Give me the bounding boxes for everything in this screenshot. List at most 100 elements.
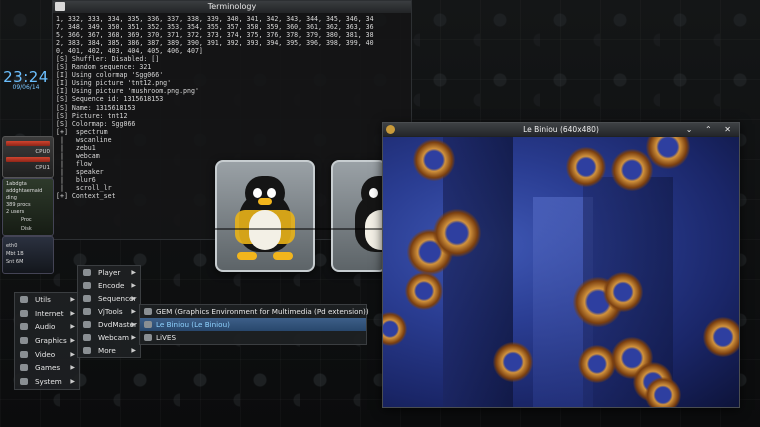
chevron-right-icon: ▶ (131, 334, 136, 341)
chevron-right-icon: ▶ (70, 309, 75, 317)
terminal-title: Terminology (207, 2, 257, 11)
root-menu-item-label: Graphics (35, 336, 67, 346)
gem-icon (144, 308, 152, 315)
root-menu-item-label: System (35, 377, 62, 387)
chevron-right-icon: ▶ (131, 308, 136, 315)
multimedia-menu-item-label: Encode (98, 281, 125, 290)
network-gadget: eth0 Mbt 1B Snt 6M (2, 236, 54, 274)
vjtools-menu-item-label: GEM (Graphics Environment for Multimedia… (156, 307, 369, 316)
terminal-line: | zebu1 (56, 143, 96, 152)
multimedia-menu-item[interactable]: More ▶ (78, 344, 140, 357)
terminal-line: 7, 348, 349, 350, 351, 352, 353, 354, 35… (56, 23, 374, 32)
chevron-right-icon: ▶ (131, 282, 136, 289)
vjtools-menu-item-label: Le Biniou (Le Biniou) (156, 320, 230, 329)
chevron-right-icon: ▶ (70, 364, 75, 372)
root-menu-item[interactable]: Graphics ▶ (15, 334, 79, 348)
terminal-line: 5, 366, 367, 368, 369, 370, 371, 372, 37… (56, 31, 374, 40)
terminal-line: | wscanline (56, 135, 112, 144)
multimedia-menu-item[interactable]: DvdMaster ▶ (78, 318, 140, 331)
internet-icon (20, 309, 28, 317)
visualization-canvas[interactable] (383, 137, 739, 407)
sequencer-icon (83, 295, 91, 302)
root-menu-item-label: Video (35, 349, 56, 359)
chevron-right-icon: ▶ (131, 321, 136, 328)
disk-label: Disk (21, 226, 32, 232)
applications-menu[interactable]: Utils ▶ Internet ▶ Audio ▶ Graphics ▶ Video ▶ Game… (14, 292, 80, 390)
window-controls[interactable]: ⌄ ⌃ ✕ (686, 123, 736, 136)
chevron-right-icon: ▶ (70, 378, 75, 386)
audio-icon (20, 323, 28, 331)
chevron-right-icon: ▶ (70, 337, 75, 345)
multimedia-menu-item-label: Webcam (98, 333, 130, 342)
terminal-line: [S] Picture: tnt12 (56, 111, 128, 120)
tux-image (231, 174, 299, 260)
system-monitor-gadgets: CPU0 CPU1 1abdgta addghtaemaid ding 389 … (2, 136, 54, 274)
shelf-divider (215, 228, 385, 230)
biniou-titlebar[interactable]: Le Biniou (640x480) ⌄ ⌃ ✕ (383, 123, 739, 136)
dvd-icon (83, 321, 91, 328)
terminal-line: [S] Random sequence: 321 (56, 63, 152, 72)
webcam-icon (83, 334, 91, 341)
root-menu-item[interactable]: Audio ▶ (15, 320, 79, 334)
multimedia-menu-item[interactable]: VjTools ▶ (78, 305, 140, 318)
chevron-right-icon: ▶ (131, 295, 136, 302)
multimedia-menu-item-label: Player (98, 268, 121, 277)
root-menu-item[interactable]: System ▶ (15, 375, 79, 389)
vjtools-submenu[interactable]: GEM (Graphics Environment for Multimedia… (139, 304, 369, 345)
vjtools-menu-item-label: LiVES (156, 333, 177, 342)
terminal-line: [S] Shuffler: Disabled: [] (56, 55, 160, 64)
system-icon (20, 378, 28, 386)
biniou-title: Le Biniou (640x480) (523, 125, 599, 134)
terminal-line: [S] Sequence id: 1315618153 (56, 95, 164, 104)
mem-line: addghtaemaid (6, 188, 43, 194)
multimedia-submenu[interactable]: Player ▶ Encode ▶ Sequencer ▶ VjTools ▶ DvdMaste… (77, 265, 141, 358)
chevron-right-icon: ▶ (70, 350, 75, 358)
root-menu-item[interactable]: Utils ▶ (15, 293, 79, 307)
chevron-right-icon: ▶ (131, 269, 136, 276)
lives-icon (144, 334, 152, 341)
vjtools-menu-item[interactable]: LiVES (140, 331, 366, 344)
root-menu-item-label: Audio (35, 322, 56, 332)
games-icon (20, 364, 28, 372)
tux-tile[interactable] (331, 160, 387, 272)
clock-gadget: 23:24 09/06/14 (1, 68, 51, 91)
terminal-line: [S] Name: 1315618153 (56, 103, 136, 112)
multimedia-menu-item[interactable]: Player ▶ (78, 266, 140, 279)
chevron-right-icon: ▶ (131, 347, 136, 354)
encode-icon (83, 282, 91, 289)
terminal-line: [+] spectrum (56, 127, 108, 136)
cpu0-label: CPU0 (35, 149, 50, 155)
root-menu-item[interactable]: Games ▶ (15, 361, 79, 375)
terminal-line: 1, 332, 333, 334, 335, 336, 337, 338, 33… (56, 15, 374, 23)
mem-line: ding (6, 195, 17, 201)
proc-label: Proc (21, 217, 32, 223)
chevron-right-icon: ▶ (70, 296, 75, 303)
chevron-right-icon: ▶ (70, 323, 75, 331)
root-menu-item[interactable]: Internet ▶ (15, 307, 79, 321)
tux-image (347, 174, 385, 260)
root-menu-item-label: Utils (35, 295, 51, 304)
multimedia-menu-item[interactable]: Sequencer ▶ (78, 292, 140, 305)
terminal-line: 0, 401, 402, 403, 404, 405, 406, 407] (56, 47, 203, 56)
graphics-icon (20, 337, 28, 345)
vjtools-menu-item[interactable]: Le Biniou (Le Biniou) (140, 318, 366, 331)
net-line: eth0 (6, 243, 18, 249)
memory-gadget: 1abdgta addghtaemaid ding 389 procs 2 us… (2, 178, 54, 236)
root-menu-item-label: Games (35, 363, 61, 373)
multimedia-menu-item[interactable]: Webcam ▶ (78, 331, 140, 344)
le-biniou-window[interactable]: Le Biniou (640x480) ⌄ ⌃ ✕ (382, 122, 740, 408)
cpu1-label: CPU1 (35, 165, 50, 171)
biniou-app-icon (386, 125, 395, 134)
terminal-line: [I] Using colormap 'Sgg066' (56, 71, 164, 80)
multimedia-menu-item-label: VjTools (98, 307, 123, 316)
vjtools-icon (83, 308, 91, 315)
tux-tile[interactable] (215, 160, 315, 272)
multimedia-menu-item[interactable]: Encode ▶ (78, 279, 140, 292)
mem-line: 389 procs (6, 202, 31, 208)
video-icon (20, 350, 28, 358)
root-menu-item[interactable]: Video ▶ (15, 348, 79, 362)
terminal-line: [I] Using picture 'mushroom.png.png' (56, 87, 199, 96)
terminal-titlebar[interactable]: Terminology (53, 1, 411, 13)
vjtools-menu-item[interactable]: GEM (Graphics Environment for Multimedia… (140, 305, 369, 318)
mem-line: 2 users (6, 209, 25, 215)
